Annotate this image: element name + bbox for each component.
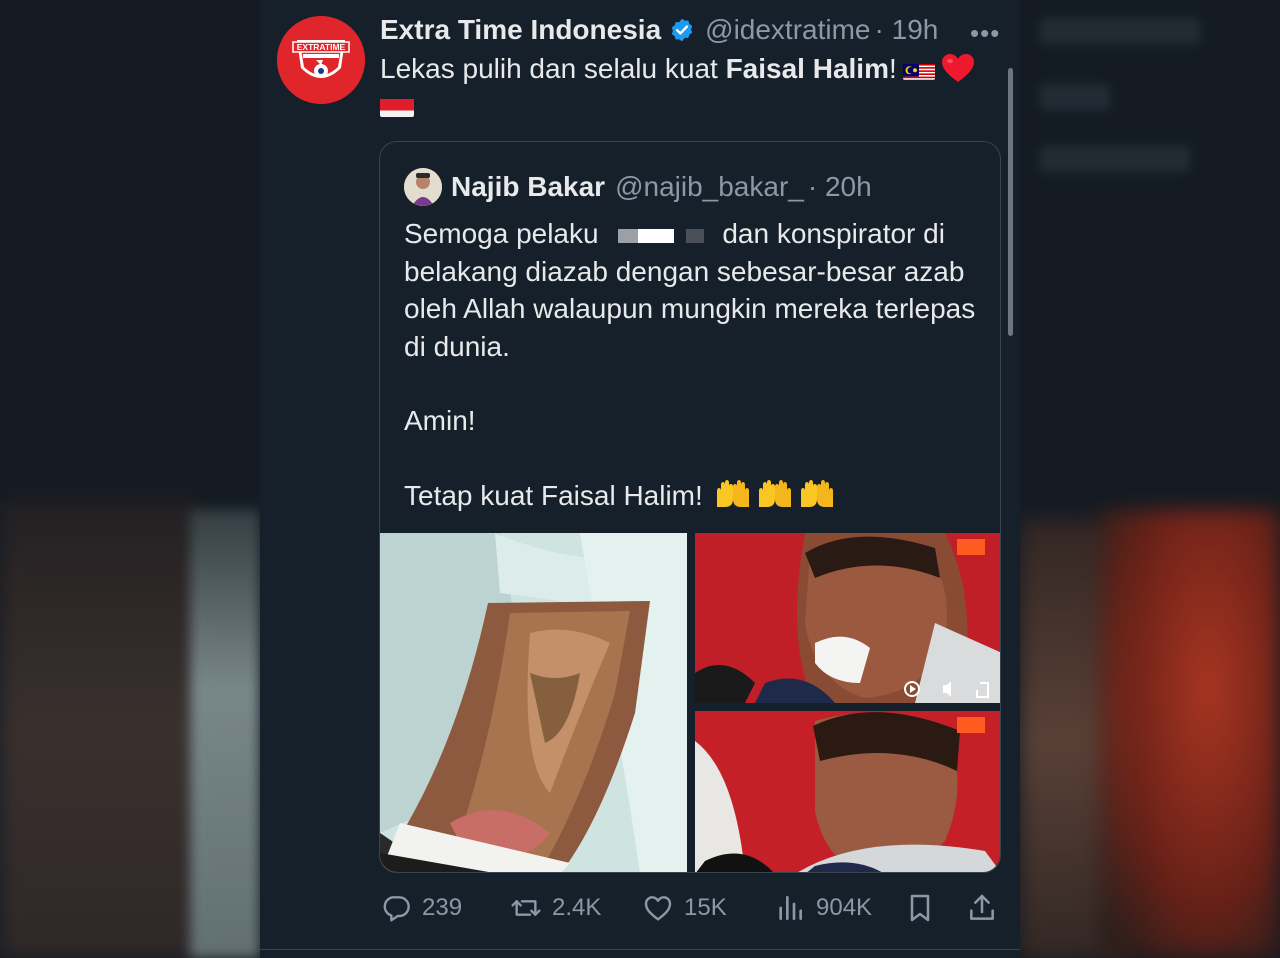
repost-count: 2.4K	[552, 894, 602, 921]
tweet-header: Extra Time Indonesia @idextratime · 19h	[380, 12, 938, 48]
raising-hands-icon	[716, 479, 749, 507]
like-count: 15K	[684, 894, 727, 921]
quoted-line-tetap: Tetap kuat Faisal Halim!	[404, 479, 711, 511]
tweet-time[interactable]: · 19h	[875, 14, 939, 46]
reply-icon	[383, 896, 410, 922]
redacted-text	[606, 225, 722, 245]
man-crying-press-photo[interactable]	[695, 533, 1000, 703]
blurred-background-left	[0, 0, 260, 958]
author-name[interactable]: Extra Time Indonesia	[380, 14, 661, 46]
quoted-author-handle[interactable]: @najib_bakar_	[615, 171, 804, 203]
repost-icon	[511, 900, 541, 916]
bookmark-button[interactable]	[904, 888, 936, 928]
quoted-tweet[interactable]: Najib Bakar @najib_bakar_ · 20h Semoga p…	[379, 141, 1001, 873]
svg-text:EXTRATIME: EXTRATIME	[297, 42, 346, 52]
raising-hands-icon	[800, 479, 833, 507]
tweet-text: Lekas pulih dan selalu kuat Faisal Halim…	[380, 50, 1010, 117]
quoted-author-name[interactable]: Najib Bakar	[451, 171, 605, 203]
share-icon	[970, 894, 994, 920]
author-avatar[interactable]: EXTRATIME	[277, 16, 365, 104]
red-heart-icon	[941, 54, 974, 82]
indonesia-flag-icon	[380, 94, 414, 117]
views-icon	[779, 896, 802, 920]
verified-badge-icon	[671, 18, 693, 42]
tweet[interactable]: EXTRATIME Extra Time Indonesia @idextrat…	[260, 0, 1020, 958]
quoted-tweet-time[interactable]: · 20h	[808, 171, 872, 203]
quoted-author-avatar[interactable]	[404, 168, 442, 206]
burned-arm-photo[interactable]	[380, 533, 687, 872]
more-options-icon[interactable]: •••	[970, 18, 1000, 49]
view-count: 904K	[816, 894, 873, 921]
divider	[260, 949, 1020, 950]
like-button[interactable]: 15K	[642, 888, 727, 928]
author-handle[interactable]: @idextratime	[705, 14, 870, 46]
views-button[interactable]: 904K	[774, 888, 872, 928]
scrollbar[interactable]	[1008, 68, 1013, 336]
man-press-conference-photo[interactable]	[695, 711, 1000, 872]
tweet-actions: 239 2.4K 15K 904K	[380, 888, 1000, 928]
quoted-line-amin: Amin!	[404, 405, 476, 436]
quoted-tweet-media	[380, 533, 1000, 872]
blurred-background-right	[1020, 0, 1280, 958]
share-button[interactable]	[966, 888, 998, 928]
bookmark-icon	[910, 894, 930, 922]
bold-name: Faisal Halim	[725, 53, 889, 84]
heart-icon	[644, 896, 672, 921]
quoted-tweet-header: Najib Bakar @najib_bakar_ · 20h	[404, 167, 872, 207]
malaysia-flag-icon	[902, 58, 935, 80]
raising-hands-icon	[758, 479, 791, 507]
repost-button[interactable]: 2.4K	[510, 888, 601, 928]
reply-count: 239	[422, 894, 463, 921]
quoted-tweet-text: Semoga pelaku dan konspirator di belakan…	[404, 215, 984, 514]
reply-button[interactable]: 239	[380, 888, 462, 928]
